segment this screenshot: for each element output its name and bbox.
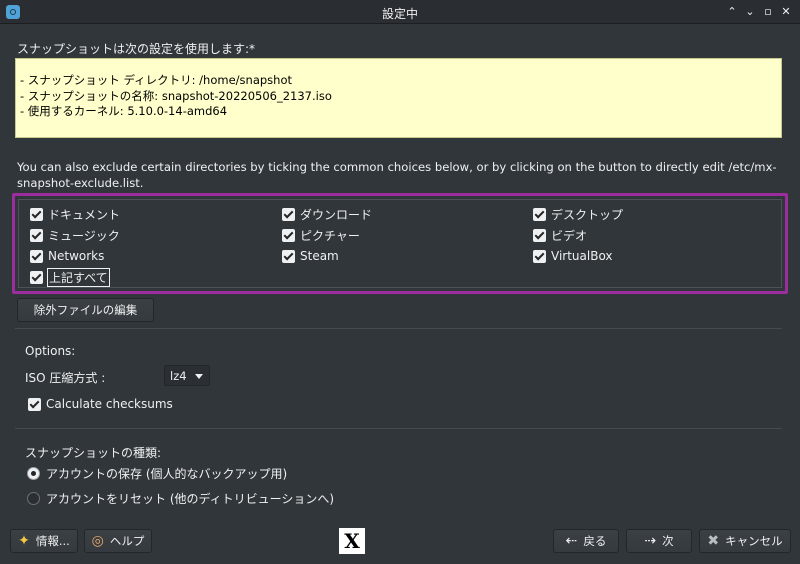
exclude-checkbox-group: ドキュメント ダウンロード デスクトップ ミュージック ピクチャー ビデオ Ne… [12,193,788,294]
x-icon: ✖ [707,533,720,549]
help-button[interactable]: ◎ ヘルプ [84,529,152,553]
minimize-button[interactable]: ⌄ [742,3,758,21]
window-title: 設定中 [381,7,418,21]
checkbox-videos[interactable]: ビデオ [533,227,587,243]
title-bar: 設定中 ⌃ ⌄ ▫ ✕ [0,0,800,24]
about-button[interactable]: ✦ 情報... [10,529,78,553]
checkbox-all[interactable]: 上記すべて [30,267,110,287]
checkbox-music[interactable]: ミュージック [30,227,120,243]
checkbox-checked-icon [30,270,43,284]
maximize-button[interactable]: ▫ [760,3,776,21]
close-window-button[interactable]: ✕ [778,3,794,21]
snapshot-directory-line: - スナップショット ディレクトリ: /home/snapshot [20,73,292,87]
checkbox-checked-icon [533,249,546,263]
arrow-right-icon: ⇢ [644,533,657,549]
mx-logo: X [339,528,365,554]
checkbox-checked-icon [30,249,43,263]
settings-header: スナップショットは次の設定を使用します:* [17,42,256,56]
calculate-checksums-checkbox[interactable]: Calculate checksums [28,396,173,412]
compression-select[interactable]: lz4 [164,365,210,386]
options-heading: Options: [25,344,76,358]
checkbox-checked-icon [30,207,43,221]
checkbox-checked-icon [28,397,41,411]
checkbox-virtualbox[interactable]: VirtualBox [533,248,613,264]
settings-info-box: - スナップショット ディレクトリ: /home/snapshot - スナップ… [15,58,782,138]
chevron-down-icon [195,374,203,379]
checkbox-desktop[interactable]: デスクトップ [533,206,623,222]
cancel-button[interactable]: ✖ キャンセル [699,529,791,553]
checkbox-pictures[interactable]: ピクチャー [282,227,360,243]
checkbox-steam[interactable]: Steam [282,248,339,264]
radio-selected-icon [27,467,40,480]
checkbox-checked-icon [533,228,546,242]
lifebuoy-icon: ◎ [91,533,104,549]
checkbox-checked-icon [282,207,295,221]
snapshot-name-line: - スナップショットの名称: snapshot-20220506_2137.is… [20,88,332,103]
kernel-line: - 使用するカーネル: 5.10.0-14-amd64 [20,104,228,118]
next-button[interactable]: ⇢ 次 [626,529,692,553]
snapshot-type-heading: スナップショットの種類: [25,446,162,460]
keep-above-button[interactable]: ⌃ [724,3,740,21]
separator [15,328,782,329]
checkbox-checked-icon [30,228,43,242]
checkbox-networks[interactable]: Networks [30,248,104,264]
compression-label: ISO 圧縮方式 : [25,371,106,385]
star-icon: ✦ [18,533,30,549]
checkbox-documents[interactable]: ドキュメント [30,206,120,222]
checkbox-checked-icon [282,228,295,242]
arrow-left-icon: ⇠ [565,533,578,549]
exclude-description: You can also exclude certain directories… [17,160,777,190]
checkbox-downloads[interactable]: ダウンロード [282,206,372,222]
separator [15,428,782,429]
checkbox-checked-icon [533,207,546,221]
radio-reset-accounts[interactable]: アカウントをリセット (他のディトリビューションへ) [27,490,334,507]
radio-unselected-icon [27,492,40,505]
checkbox-checked-icon [282,249,295,263]
radio-preserve-accounts[interactable]: アカウントの保存 (個人的なバックアップ用) [27,465,287,482]
back-button[interactable]: ⇠ 戻る [553,529,619,553]
edit-exclusion-file-button[interactable]: 除外ファイルの編集 [17,298,154,322]
